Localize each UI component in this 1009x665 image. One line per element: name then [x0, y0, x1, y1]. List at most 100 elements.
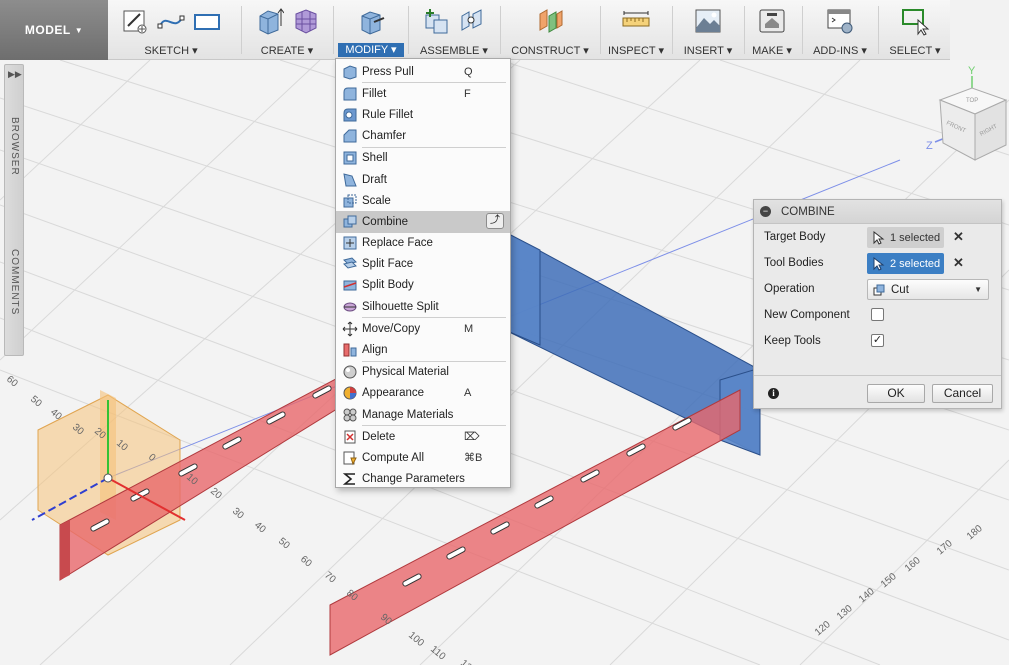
- chevron-down-icon: ▼: [974, 285, 982, 294]
- cancel-button[interactable]: Cancel: [932, 384, 993, 403]
- combine-icon: [343, 215, 357, 228]
- modify-menu-label[interactable]: MODIFY ▾: [338, 43, 404, 57]
- menu-item-shell[interactable]: Shell: [336, 148, 510, 169]
- operation-dropdown[interactable]: Cut ▼: [867, 279, 989, 300]
- keep-tools-checkbox[interactable]: ✓: [871, 334, 884, 347]
- menu-item-label: Move/Copy: [362, 322, 421, 335]
- rule-fillet-icon: [343, 108, 357, 122]
- appearance-icon: [343, 386, 357, 400]
- assemble-menu-label[interactable]: ASSEMBLE ▾: [412, 44, 496, 57]
- menu-item-label: Shell: [362, 152, 388, 165]
- press-pull-toolbar-icon[interactable]: [356, 6, 386, 36]
- combine-dialog-header[interactable]: − COMBINE: [754, 200, 1001, 224]
- shortcut-key: F: [464, 87, 471, 100]
- menu-item-move-copy[interactable]: Move/Copy M: [336, 318, 510, 339]
- workspace-label: MODEL: [24, 23, 71, 37]
- red-target-body-edge: [60, 520, 70, 580]
- menu-item-compute-all[interactable]: Compute All ⌘B: [336, 447, 510, 468]
- measure-icon[interactable]: [621, 6, 651, 36]
- new-component-checkbox[interactable]: [871, 308, 884, 321]
- expand-panel-icon[interactable]: ▶▶: [8, 69, 22, 80]
- menu-item-physical-material[interactable]: Physical Material: [336, 362, 510, 383]
- menu-item-split-face[interactable]: Split Face: [336, 254, 510, 275]
- operation-label: Operation: [764, 283, 815, 295]
- construct-group[interactable]: CONSTRUCT ▾: [504, 0, 596, 60]
- collapse-icon[interactable]: −: [760, 206, 771, 217]
- construct-menu-label[interactable]: CONSTRUCT ▾: [504, 44, 596, 57]
- select-icon[interactable]: [900, 6, 930, 36]
- addins-menu-label[interactable]: ADD-INS ▾: [806, 44, 874, 57]
- physical-material-icon: [343, 365, 357, 379]
- modify-menu: Press Pull Q Fillet F Rule Fillet Chamfe…: [335, 58, 511, 488]
- menu-item-label: Combine: [362, 215, 409, 228]
- shortcut-key: M: [464, 322, 474, 335]
- menu-item-label: Fillet: [362, 87, 387, 100]
- info-icon[interactable]: i: [768, 388, 779, 399]
- ok-button[interactable]: OK: [867, 384, 925, 403]
- target-body-selector[interactable]: 1 selected: [867, 227, 944, 248]
- view-cube-y-label: Y: [968, 65, 976, 77]
- divider: [408, 6, 409, 54]
- menu-item-combine[interactable]: Combine ⤴: [336, 211, 510, 233]
- menu-item-replace-face[interactable]: Replace Face: [336, 233, 510, 254]
- side-panel: ▶▶ BROWSER COMMENTS: [4, 64, 24, 356]
- cursor-arrow-icon: [873, 256, 885, 271]
- target-body-label: Target Body: [764, 231, 826, 243]
- menu-item-fillet[interactable]: Fillet F: [336, 83, 510, 104]
- browser-tab[interactable]: BROWSER: [9, 117, 20, 176]
- extrude-icon[interactable]: [254, 6, 284, 36]
- make-menu-label[interactable]: MAKE ▾: [746, 44, 798, 57]
- workspace-switcher[interactable]: MODEL ▼: [0, 0, 108, 60]
- delete-icon: [344, 430, 356, 444]
- create-sketch-icon[interactable]: [120, 6, 150, 36]
- spline-icon[interactable]: [156, 6, 186, 36]
- select-group[interactable]: SELECT ▾: [882, 0, 948, 60]
- tool-bodies-label: Tool Bodies: [764, 257, 824, 269]
- modify-group[interactable]: MODIFY ▾: [336, 0, 406, 60]
- menu-item-align[interactable]: Align: [336, 339, 510, 360]
- create-group[interactable]: CREATE ▾: [245, 0, 329, 60]
- rectangle-icon[interactable]: [192, 6, 222, 36]
- insert-image-icon[interactable]: [693, 6, 723, 36]
- menu-item-manage-materials[interactable]: Manage Materials: [336, 404, 510, 425]
- menu-item-split-body[interactable]: Split Body: [336, 275, 510, 296]
- scripts-addins-icon[interactable]: [825, 6, 855, 36]
- menu-item-press-pull[interactable]: Press Pull Q: [336, 61, 510, 82]
- create-menu-label[interactable]: CREATE ▾: [245, 44, 329, 57]
- inspect-menu-label[interactable]: INSPECT ▾: [604, 44, 668, 57]
- addins-group[interactable]: ADD-INS ▾: [806, 0, 874, 60]
- insert-group[interactable]: INSERT ▾: [676, 0, 740, 60]
- menu-item-appearance[interactable]: Appearance A: [336, 383, 510, 404]
- clear-tools-icon[interactable]: ✕: [953, 255, 964, 271]
- origin-point[interactable]: [103, 473, 113, 483]
- sketch-group[interactable]: SKETCH ▾: [112, 0, 230, 60]
- chevron-down-icon: ▼: [74, 25, 84, 35]
- form-icon[interactable]: [290, 6, 320, 36]
- menu-item-delete[interactable]: Delete ⌦: [336, 426, 510, 447]
- view-cube-z-label: Z: [926, 140, 933, 152]
- comments-tab[interactable]: COMMENTS: [9, 249, 20, 315]
- inspect-group[interactable]: INSPECT ▾: [604, 0, 668, 60]
- assemble-group[interactable]: ASSEMBLE ▾: [412, 0, 496, 60]
- menu-item-draft[interactable]: Draft: [336, 169, 510, 190]
- sketch-menu-label[interactable]: SKETCH ▾: [112, 44, 230, 57]
- select-menu-label[interactable]: SELECT ▾: [882, 44, 948, 57]
- new-component-icon[interactable]: [421, 6, 451, 36]
- pin-to-toolbar-icon[interactable]: ⤴: [486, 213, 504, 230]
- view-cube[interactable]: Y Z TOP FRONT RIGHT: [925, 62, 1009, 162]
- menu-item-change-parameters[interactable]: Change Parameters: [336, 469, 510, 490]
- sigma-icon: [342, 473, 355, 485]
- split-body-icon: [343, 280, 357, 291]
- tool-bodies-selector[interactable]: 2 selected: [867, 253, 944, 274]
- clear-target-icon[interactable]: ✕: [953, 229, 964, 245]
- menu-item-scale[interactable]: Scale: [336, 190, 510, 211]
- make-group[interactable]: MAKE ▾: [746, 0, 798, 60]
- insert-menu-label[interactable]: INSERT ▾: [676, 44, 740, 57]
- menu-item-chamfer[interactable]: Chamfer: [336, 126, 510, 147]
- menu-item-silhouette-split[interactable]: Silhouette Split: [336, 296, 510, 317]
- shortcut-key: ⌘B: [464, 452, 483, 465]
- joint-icon[interactable]: [457, 6, 487, 36]
- 3d-print-icon[interactable]: [757, 6, 787, 36]
- menu-item-rule-fillet[interactable]: Rule Fillet: [336, 104, 510, 125]
- offset-plane-icon[interactable]: [535, 6, 565, 36]
